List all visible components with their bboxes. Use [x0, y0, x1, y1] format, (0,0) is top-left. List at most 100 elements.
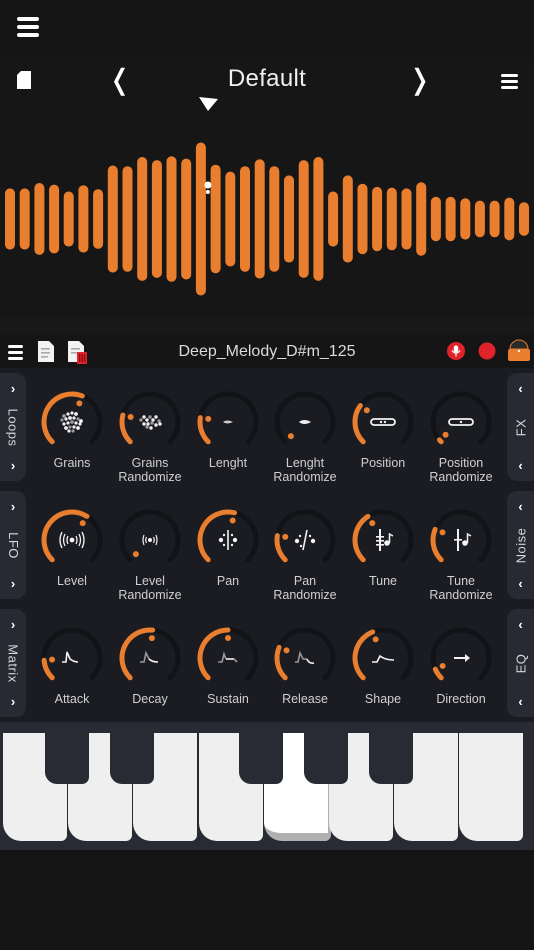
tab-loops[interactable]: › Loops ›	[0, 373, 26, 481]
knob-dial[interactable]	[118, 626, 182, 690]
knob-dial[interactable]	[351, 390, 415, 454]
knob-tune-randomize[interactable]: Tune Randomize	[422, 508, 500, 602]
knob-label: Tune	[446, 574, 476, 588]
knob-shape[interactable]: Shape	[344, 626, 422, 706]
knob-value-arc	[352, 403, 366, 445]
black-key[interactable]	[304, 733, 348, 784]
waveform-bar	[430, 196, 441, 242]
knob-position[interactable]: Position	[344, 390, 422, 470]
knob-dial[interactable]	[40, 508, 104, 572]
release-envelope-icon	[295, 650, 315, 664]
waveform-bar	[489, 200, 500, 238]
knob-pan-randomize[interactable]: Pan Randomize	[266, 508, 344, 602]
knob-label: Sustain	[207, 692, 249, 706]
black-key[interactable]	[239, 733, 283, 784]
next-preset-button[interactable]: ❭	[408, 63, 431, 96]
expand-arrow-icon[interactable]: ›	[11, 499, 15, 514]
waveform[interactable]	[0, 120, 534, 316]
collapse-arrow-icon[interactable]: ‹	[518, 694, 522, 709]
knob-position-randomize[interactable]: Position Randomize	[422, 390, 500, 484]
knob-pan[interactable]: Pan	[189, 508, 267, 588]
knob-dial[interactable]	[351, 626, 415, 690]
tab-matrix[interactable]: › Matrix ›	[0, 609, 26, 717]
knob-grains[interactable]: Grains	[33, 390, 111, 470]
collapse-arrow-icon[interactable]: ‹	[518, 499, 522, 514]
expand-arrow-icon[interactable]: ›	[11, 576, 15, 591]
knob-track	[119, 509, 181, 563]
knob-dial[interactable]	[429, 390, 493, 454]
playhead-marker-icon[interactable]	[199, 97, 219, 111]
knob-direction[interactable]: Direction	[422, 626, 500, 706]
waveform-bar	[210, 164, 221, 274]
knob-label: Pan	[293, 574, 317, 588]
hamburger-menu-icon[interactable]	[17, 17, 39, 37]
list-menu-icon[interactable]	[501, 74, 518, 89]
black-key[interactable]	[369, 733, 413, 784]
expand-arrow-icon[interactable]: ›	[11, 617, 15, 632]
knob-dial[interactable]	[40, 626, 104, 690]
library-bag-icon[interactable]	[507, 338, 531, 362]
record-icon[interactable]	[478, 342, 496, 360]
decay-envelope-icon	[140, 650, 159, 663]
expand-arrow-icon[interactable]: ›	[11, 694, 15, 709]
level-randomize-icon	[142, 534, 158, 546]
preset-title[interactable]: Default	[0, 65, 534, 93]
knob-dial[interactable]	[273, 508, 337, 572]
collapse-arrow-icon[interactable]: ‹	[518, 617, 522, 632]
knob-dial[interactable]	[40, 390, 104, 454]
expand-arrow-icon[interactable]: ›	[11, 458, 15, 473]
collapse-arrow-icon[interactable]: ‹	[518, 381, 522, 396]
knob-release[interactable]: Release	[266, 626, 344, 706]
knob-dial[interactable]	[273, 390, 337, 454]
knob-track	[430, 509, 492, 563]
collapse-arrow-icon[interactable]: ‹	[518, 458, 522, 473]
knob-indicator-dot	[127, 414, 134, 421]
knob-indicator-dot	[229, 517, 236, 524]
knob-level-randomize[interactable]: Level Randomize	[111, 508, 189, 602]
tab-noise[interactable]: ‹ Noise ‹	[507, 491, 534, 599]
knob-lenght[interactable]: Lenght	[189, 390, 267, 470]
knob-dial[interactable]	[196, 508, 260, 572]
black-key[interactable]	[110, 733, 154, 784]
white-key[interactable]	[459, 733, 524, 841]
waveform-bar	[240, 166, 250, 272]
waveform-bar	[181, 158, 192, 280]
tab-fx[interactable]: ‹ FX ‹	[507, 373, 534, 481]
expand-arrow-icon[interactable]: ›	[11, 381, 15, 396]
tab-label: Loops	[5, 408, 21, 446]
waveform-bar	[313, 157, 324, 281]
knob-value-arc	[352, 629, 376, 681]
knob-attack[interactable]: Attack	[33, 626, 111, 706]
knob-level[interactable]: Level	[33, 508, 111, 588]
playhead-dot[interactable]	[204, 181, 212, 189]
knob-dial[interactable]	[429, 626, 493, 690]
knob-dial[interactable]	[273, 626, 337, 690]
knob-grains-randomize[interactable]: Grains Randomize	[111, 390, 189, 484]
knob-label-secondary: Randomize	[118, 588, 182, 602]
knob-decay[interactable]: Decay	[111, 626, 189, 706]
tab-label: EQ	[512, 653, 528, 673]
knob-label: Release	[282, 692, 328, 706]
tab-eq[interactable]: ‹ EQ ‹	[507, 609, 534, 717]
knob-dial[interactable]	[118, 390, 182, 454]
black-key[interactable]	[45, 733, 89, 784]
tab-lfo[interactable]: › LFO ›	[0, 491, 26, 599]
knob-indicator-dot	[439, 529, 446, 536]
collapse-arrow-icon[interactable]: ‹	[518, 576, 522, 591]
knob-track	[274, 391, 336, 445]
knob-dial[interactable]	[196, 626, 260, 690]
knob-dial[interactable]	[118, 508, 182, 572]
waveform-bar	[151, 160, 162, 278]
waveform-bar	[195, 142, 206, 296]
knob-dial[interactable]	[429, 508, 493, 572]
knob-sustain[interactable]: Sustain	[189, 626, 267, 706]
knob-tune[interactable]: Tune	[344, 508, 422, 588]
waveform-bar	[328, 191, 339, 247]
microphone-icon[interactable]	[447, 342, 465, 360]
bottom-area	[0, 850, 534, 950]
knob-lenght-randomize[interactable]: Lenght Randomize	[266, 390, 344, 484]
knob-dial[interactable]	[351, 508, 415, 572]
knob-indicator-dot	[369, 520, 376, 527]
waveform-display[interactable]	[0, 120, 534, 316]
knob-dial[interactable]	[196, 390, 260, 454]
